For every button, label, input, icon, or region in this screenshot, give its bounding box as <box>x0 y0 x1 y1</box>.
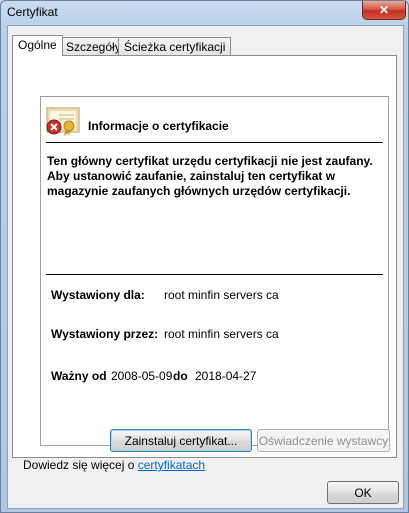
learn-more-text: Dowiedz się więcej o certyfikatach <box>23 458 205 472</box>
learn-more-link[interactable]: certyfikatach <box>138 458 205 472</box>
valid-to-value: 2018-04-27 <box>195 369 257 383</box>
install-certificate-button[interactable]: Zainstaluj certyfikat... <box>110 429 252 452</box>
issued-by-value: root minfin servers ca <box>164 327 279 341</box>
valid-from-value: 2008-05-09 <box>111 369 173 383</box>
issued-by-label: Wystawiony przez: <box>51 327 159 341</box>
untrusted-warning: Ten główny certyfikat urzędu certyfikacj… <box>47 154 373 198</box>
window-title: Certyfikat <box>7 5 58 19</box>
ok-button[interactable]: OK <box>327 481 399 504</box>
tab-general[interactable]: Ogólne <box>12 35 63 56</box>
learn-more-prefix: Dowiedz się więcej o <box>23 458 138 472</box>
divider-middle <box>46 274 383 275</box>
certificate-info-box: Informacje o certyfikacie Ten główny cer… <box>40 96 389 446</box>
valid-to-label: do <box>173 369 188 383</box>
close-icon: ✕ <box>378 3 390 17</box>
divider-top <box>46 142 383 143</box>
issued-to-value: root minfin servers ca <box>164 288 279 302</box>
tab-certification-path[interactable]: Ścieżka certyfikacji <box>118 37 232 55</box>
title-bar[interactable]: Certyfikat ✕ <box>1 1 408 25</box>
issuer-statement-button[interactable]: Oświadczenie wystawcy <box>257 429 390 452</box>
tab-details[interactable]: Szczegóły <box>60 37 127 55</box>
info-title: Informacje o certyfikacie <box>88 119 229 133</box>
certificate-error-icon <box>46 107 80 136</box>
issued-to-label: Wystawiony dla: <box>51 288 145 302</box>
certificate-dialog: Certyfikat ✕ Ogólne Szczegóły Ścieżka ce… <box>0 0 409 513</box>
close-button[interactable]: ✕ <box>362 1 406 20</box>
dialog-client-area: Ogólne Szczegóły Ścieżka certyfikacji In… <box>7 25 404 509</box>
general-tab-panel: Informacje o certyfikacie Ten główny cer… <box>12 55 397 472</box>
valid-from-label: Ważny od <box>51 369 107 383</box>
